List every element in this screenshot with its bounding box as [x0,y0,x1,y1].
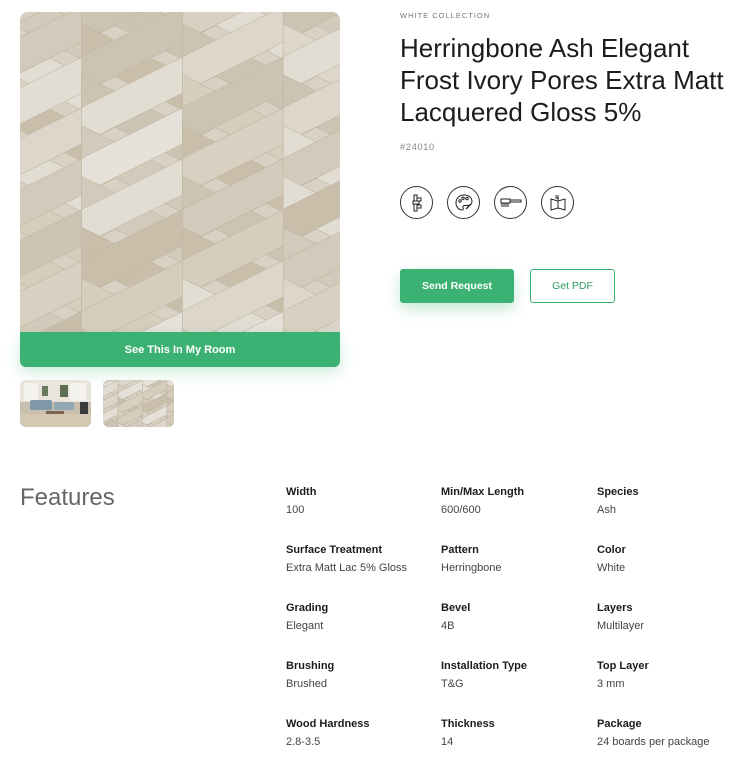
feature-value: Extra Matt Lac 5% Gloss [286,562,408,574]
feature-item: Brushing Brushed [286,659,436,691]
palette-icon[interactable] [447,186,480,219]
feature-item: Width 100 [286,485,436,517]
feature-item: Species Ash [597,485,738,517]
feature-item: Thickness 14 [441,717,591,749]
feature-label: Color [597,544,626,556]
feature-value: Multilayer [597,620,645,632]
see-in-my-room-button[interactable]: See This In My Room [20,332,340,367]
feature-item: Layers Multilayer [597,601,738,633]
feature-item: Color White [597,543,738,575]
feature-label: Pattern [441,544,479,556]
feature-label: Grading [286,602,329,614]
product-sku: #24010 [400,142,435,153]
feature-item: Pattern Herringbone [441,543,591,575]
feature-value: 4B [441,620,455,632]
feature-value: 100 [286,504,305,516]
feature-value: T&G [441,678,464,690]
thumbnail-herringbone-texture[interactable] [103,380,174,427]
feature-item: Bevel 4B [441,601,591,633]
feature-value: Ash [597,504,616,516]
feature-label: Brushing [286,660,335,672]
feature-label: Layers [597,602,633,614]
feature-label: Min/Max Length [441,486,525,498]
feature-label: Top Layer [597,660,649,672]
feature-item: Grading Elegant [286,601,436,633]
collection-label: WHITE COLLECTION [400,11,491,20]
brush-icon[interactable] [494,186,527,219]
feature-item: Wood Hardness 2.8-3.5 [286,717,436,749]
feature-item: Min/Max Length 600/600 [441,485,591,517]
feature-value: 2.8-3.5 [286,736,321,748]
feature-value: 14 [441,736,454,748]
feature-value: 24 boards per package [597,736,710,748]
feature-label: Species [597,486,639,498]
feature-label: Wood Hardness [286,718,370,730]
feature-item: Surface Treatment Extra Matt Lac 5% Gloss [286,543,436,575]
get-pdf-button[interactable]: Get PDF [530,269,615,303]
feature-item: Top Layer 3 mm [597,659,738,691]
feature-label: Bevel [441,602,471,614]
feature-value: Elegant [286,620,324,632]
send-request-button[interactable]: Send Request [400,269,514,303]
product-title: Herringbone Ash Elegant Frost Ivory Pore… [400,33,724,127]
feature-label: Installation Type [441,660,527,672]
feature-label: Thickness [441,718,495,730]
feature-value: 600/600 [441,504,481,516]
feature-value: Brushed [286,678,327,690]
feature-label: Surface Treatment [286,544,382,556]
installation-guide-icon[interactable] [541,186,574,219]
herringbone-pattern-icon[interactable] [400,186,433,219]
feature-value: Herringbone [441,562,502,574]
feature-item: Installation Type T&G [441,659,591,691]
thumbnail-room-scene[interactable] [20,380,91,427]
product-attribute-icons [400,186,574,219]
feature-value: 3 mm [597,678,625,690]
feature-label: Package [597,718,642,730]
feature-value: White [597,562,626,574]
feature-item: Package 24 boards per package [597,717,738,749]
features-heading: Features [20,484,115,511]
product-main-image[interactable] [20,12,340,332]
feature-label: Width [286,486,317,498]
